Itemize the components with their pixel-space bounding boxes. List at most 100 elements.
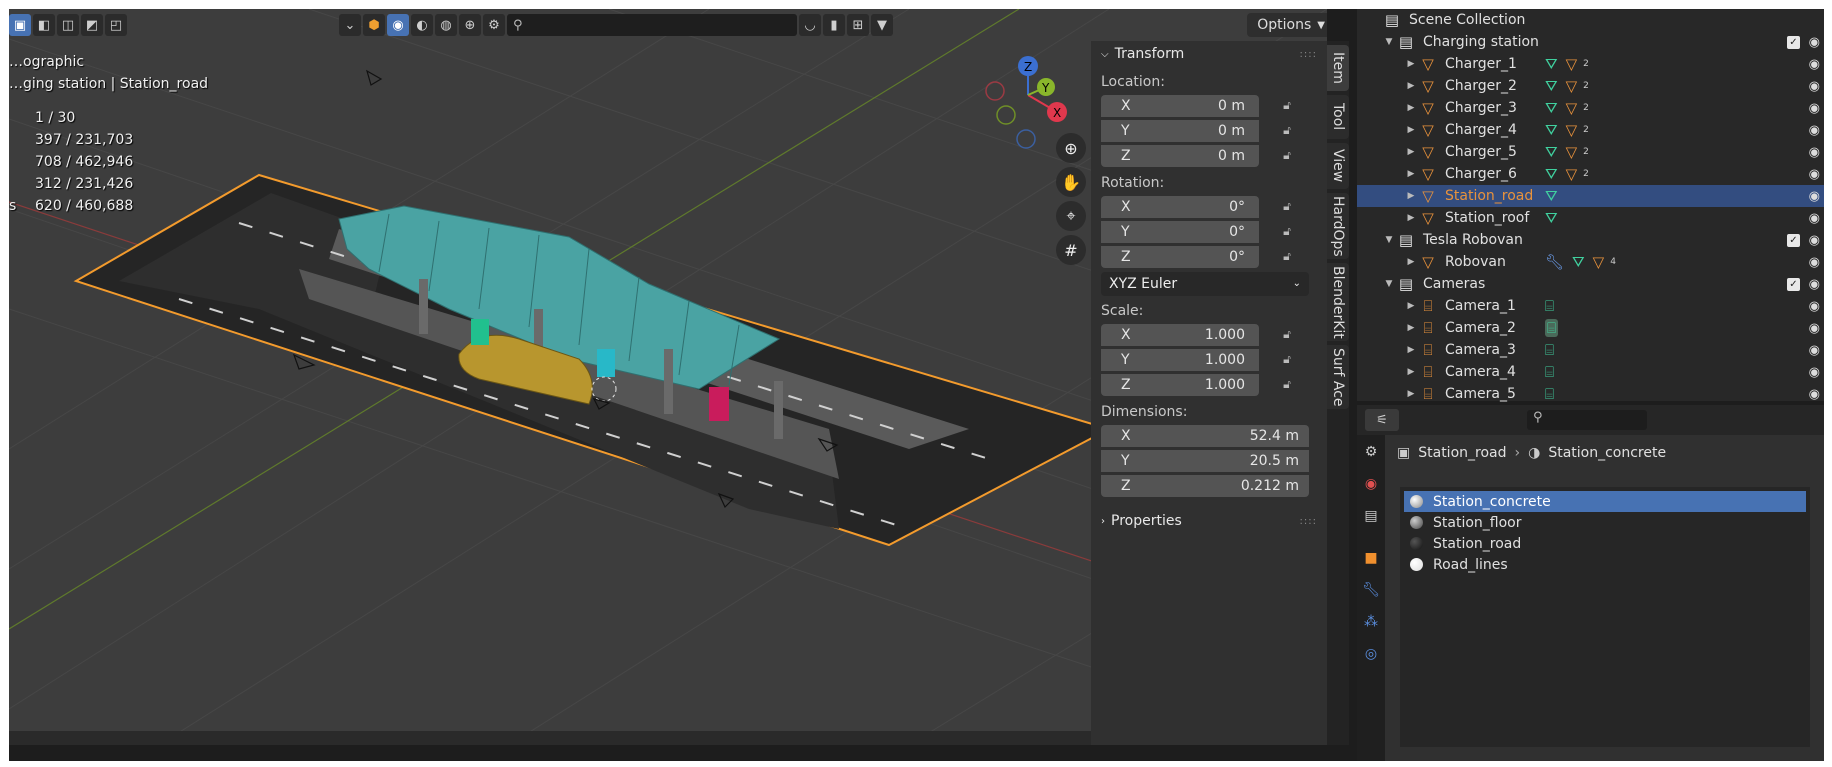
chevron-right-icon[interactable]: ▶ xyxy=(1405,389,1417,399)
chevron-right-icon[interactable]: ▶ xyxy=(1405,59,1417,69)
editor-type-icon[interactable]: ⚟ xyxy=(1365,409,1399,431)
rotation-mode-select[interactable]: XYZ Euler ⌄ xyxy=(1101,271,1309,296)
select-invert-icon[interactable]: ◩ xyxy=(81,14,103,36)
chevron-right-icon[interactable]: ▶ xyxy=(1405,147,1417,157)
pan-hand-icon[interactable]: ✋ xyxy=(1056,167,1086,197)
outliner-item[interactable]: ▶ ▽ Charger_6 ⛛ ▽ 2 ◉ xyxy=(1357,163,1824,185)
collection-row[interactable]: ▼ ▤ Tesla Robovan ✓ ◉ xyxy=(1357,229,1824,251)
dimensions-x-field[interactable]: X 52.4 m xyxy=(1101,424,1309,447)
eye-icon[interactable]: ◉ xyxy=(1809,79,1820,94)
eye-icon[interactable]: ◉ xyxy=(1809,123,1820,138)
tool-tab-icon[interactable]: ⚙ xyxy=(1360,441,1382,463)
select-box-icon[interactable]: ▣ xyxy=(9,14,31,36)
chevron-right-icon[interactable]: ▶ xyxy=(1405,367,1417,377)
chevron-down-icon[interactable]: ▼ xyxy=(1383,235,1395,245)
material-preview-icon[interactable]: ◐ xyxy=(411,14,433,36)
eye-icon[interactable]: ◉ xyxy=(1809,101,1820,116)
material-slot[interactable]: Station_concrete xyxy=(1404,491,1806,512)
lock-icon[interactable]: 🔓︎ xyxy=(1275,199,1299,214)
world-tab-icon[interactable]: ◉ xyxy=(1360,473,1382,495)
rendered-view-icon[interactable]: ◍ xyxy=(435,14,457,36)
eye-icon[interactable]: ◉ xyxy=(1809,189,1820,204)
chevron-right-icon[interactable]: ▶ xyxy=(1405,191,1417,201)
drag-grip-icon[interactable]: :::: xyxy=(1300,49,1317,60)
chevron-down-icon[interactable]: ⌄ xyxy=(339,14,361,36)
chevron-right-icon[interactable]: ▶ xyxy=(1405,345,1417,355)
tab-item[interactable]: Item xyxy=(1327,45,1349,91)
camera-view-icon[interactable]: ⌖ xyxy=(1056,201,1086,231)
solid-view-icon[interactable]: ◉ xyxy=(387,14,409,36)
outliner-item[interactable]: ▶ ▽ Charger_1 ⛛ ▽ 2 ◉ xyxy=(1357,53,1824,75)
transform-panel-header[interactable]: ⌵ Transform :::: xyxy=(1091,41,1327,67)
rotation-y-field[interactable]: Y 0° xyxy=(1101,220,1259,243)
material-slot[interactable]: Station_floor xyxy=(1404,512,1806,533)
tab-surf-ace[interactable]: Surf Ace xyxy=(1327,345,1349,409)
object-tab-icon[interactable]: ■ xyxy=(1360,547,1382,569)
eye-icon[interactable]: ◉ xyxy=(1809,277,1820,292)
grid-toggle-icon[interactable]: # xyxy=(1056,235,1086,265)
tab-view[interactable]: View xyxy=(1327,143,1349,189)
eye-icon[interactable]: ◉ xyxy=(1809,211,1820,226)
properties-search-input[interactable]: ⚲ xyxy=(1527,410,1647,430)
eye-icon[interactable]: ◉ xyxy=(1809,57,1820,72)
chevron-right-icon[interactable]: ▶ xyxy=(1405,169,1417,179)
dimensions-z-field[interactable]: Z 0.212 m xyxy=(1101,474,1309,497)
lock-icon[interactable]: 🔓︎ xyxy=(1275,249,1299,264)
chevron-right-icon[interactable]: ▶ xyxy=(1405,323,1417,333)
eye-icon[interactable]: ◉ xyxy=(1809,343,1820,358)
chevron-right-icon[interactable]: ▶ xyxy=(1405,301,1417,311)
chevron-right-icon[interactable]: ▶ xyxy=(1405,257,1417,267)
collection-row[interactable]: ▼ ▤ Charging station ✓ ◉ xyxy=(1357,31,1824,53)
scale-y-field[interactable]: Y 1.000 xyxy=(1101,348,1259,371)
modifier-tab-icon[interactable]: 🔧︎ xyxy=(1360,579,1382,601)
filter-icon[interactable]: ▼ xyxy=(871,14,893,36)
scale-x-field[interactable]: X 1.000 xyxy=(1101,323,1259,346)
material-slot[interactable]: Station_road xyxy=(1404,533,1806,554)
eye-icon[interactable]: ◉ xyxy=(1809,321,1820,336)
eye-icon[interactable]: ◉ xyxy=(1809,387,1820,402)
outliner-item[interactable]: ▶ ▽ Charger_3 ⛛ ▽ 2 ◉ xyxy=(1357,97,1824,119)
lock-icon[interactable]: 🔓︎ xyxy=(1275,327,1299,342)
outliner-item[interactable]: ▶ ▽ Charger_2 ⛛ ▽ 2 ◉ xyxy=(1357,75,1824,97)
eye-icon[interactable]: ◉ xyxy=(1809,365,1820,380)
lock-icon[interactable]: 🔓︎ xyxy=(1275,98,1299,113)
options-button[interactable]: Options ▼ xyxy=(1247,13,1327,37)
layout-icon[interactable]: ⊞ xyxy=(847,14,869,36)
outliner-item[interactable]: ▶ ▽ Station_roof ⛛ ◉ xyxy=(1357,207,1824,229)
select-intersect-icon[interactable]: ◰ xyxy=(105,14,127,36)
lock-icon[interactable]: 🔓︎ xyxy=(1275,148,1299,163)
eye-icon[interactable]: ◉ xyxy=(1809,299,1820,314)
tab-blenderkit[interactable]: BlenderKit xyxy=(1327,263,1349,341)
shading-color-icon[interactable]: ⬢ xyxy=(363,14,385,36)
location-x-field[interactable]: X0 m xyxy=(1101,94,1259,117)
outliner-item[interactable]: ▶ ⌸ Camera_4 ⌸ ◉ xyxy=(1357,361,1824,383)
properties-panel-header[interactable]: › Properties :::: xyxy=(1091,508,1327,534)
lock-icon[interactable]: 🔓︎ xyxy=(1275,123,1299,138)
outliner-item[interactable]: ▶ ▽ Robovan 🔧︎ ⛛ ▽ 4 ◉ xyxy=(1357,251,1824,273)
chevron-right-icon[interactable]: ▶ xyxy=(1405,103,1417,113)
rotation-x-field[interactable]: X 0° xyxy=(1101,195,1259,218)
chevron-right-icon[interactable]: ▶ xyxy=(1405,81,1417,91)
camera-tools-icon[interactable]: ⚙ xyxy=(483,14,505,36)
chevron-right-icon[interactable]: ▶ xyxy=(1405,125,1417,135)
eye-icon[interactable]: ◉ xyxy=(1809,233,1820,248)
tab-hardops[interactable]: HardOps xyxy=(1327,193,1349,259)
outliner-item[interactable]: ▶ ⌸ Camera_1 ⌸ ◉ xyxy=(1357,295,1824,317)
collection-row[interactable]: ▼ ▤ Cameras ✓ ◉ xyxy=(1357,273,1824,295)
lock-icon[interactable]: 🔓︎ xyxy=(1275,377,1299,392)
eye-icon[interactable]: ◉ xyxy=(1809,145,1820,160)
select-subtract-icon[interactable]: ◫ xyxy=(57,14,79,36)
chevron-down-icon[interactable]: ▼ xyxy=(1383,37,1395,47)
checkbox[interactable]: ✓ xyxy=(1787,233,1800,247)
lock-icon[interactable]: 🔓︎ xyxy=(1275,224,1299,239)
checkbox[interactable]: ✓ xyxy=(1787,35,1800,49)
eye-icon[interactable]: ◉ xyxy=(1809,167,1820,182)
select-extend-icon[interactable]: ◧ xyxy=(33,14,55,36)
outliner-item[interactable]: ▶ ▽ Charger_4 ⛛ ▽ 2 ◉ xyxy=(1357,119,1824,141)
outliner-item-selected[interactable]: ▶ ▽ Station_road ⛛ ◉ xyxy=(1357,185,1824,207)
rotation-z-field[interactable]: Z 0° xyxy=(1101,245,1259,268)
outliner-item[interactable]: ▶ ⌸ Camera_2 ⌸ ◉ xyxy=(1357,317,1824,339)
physics-tab-icon[interactable]: ◎ xyxy=(1360,643,1382,665)
eye-icon[interactable]: ◉ xyxy=(1809,35,1820,50)
bookmark-icon[interactable]: ▮ xyxy=(823,14,845,36)
